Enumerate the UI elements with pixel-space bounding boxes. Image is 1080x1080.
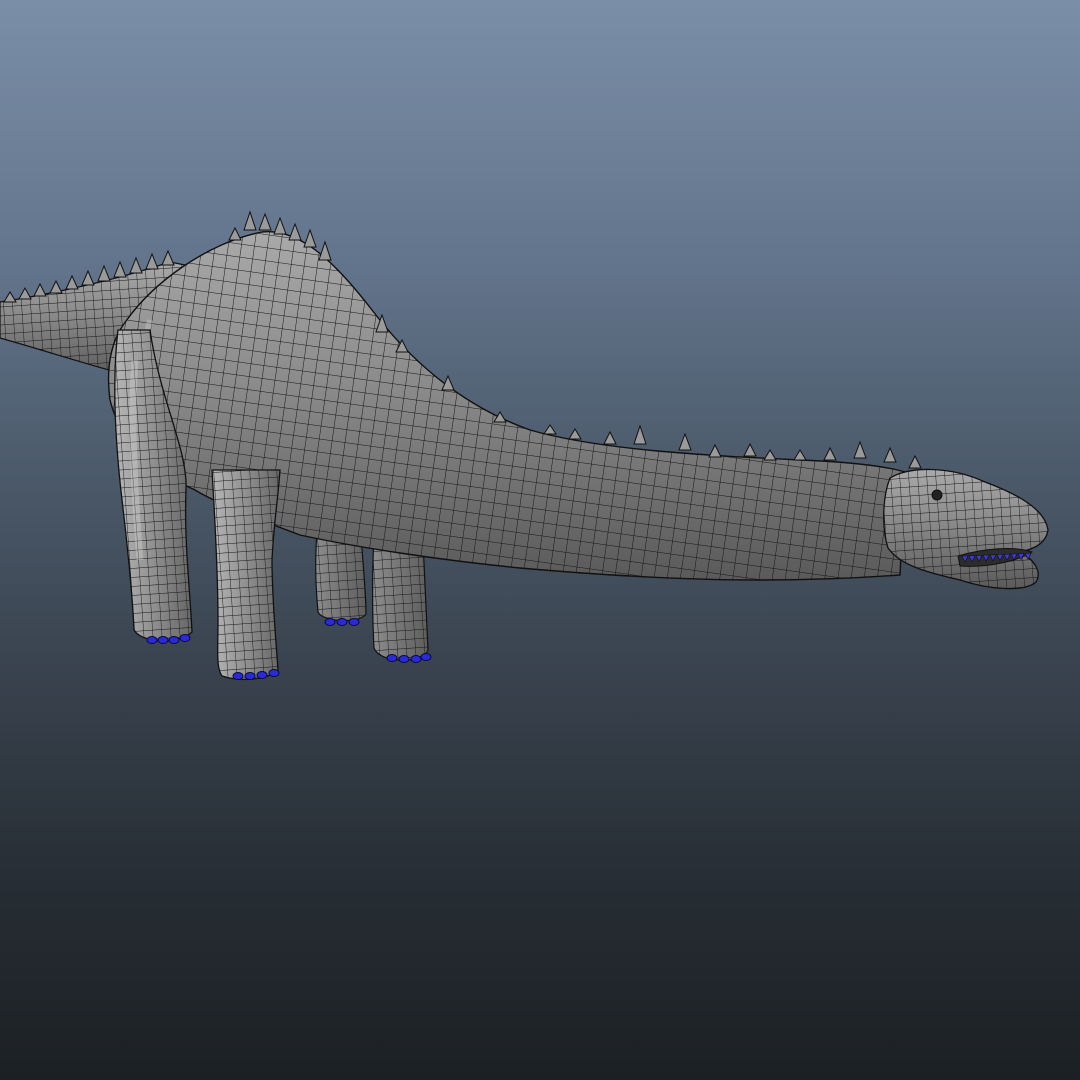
- dorsal-spike: [633, 424, 647, 445]
- toe-claw: [324, 618, 336, 626]
- dinosaur-model[interactable]: [0, 0, 1080, 1080]
- toe-claw: [256, 671, 268, 679]
- 3d-viewport[interactable]: [0, 0, 1080, 1080]
- dorsal-spike: [33, 282, 47, 297]
- dorsal-spike: [65, 274, 79, 290]
- dorsal-spike: [543, 424, 557, 435]
- dorsal-spike: [3, 291, 17, 303]
- toe-claw: [348, 618, 360, 626]
- toe-claw: [157, 636, 169, 644]
- dorsal-spike: [853, 440, 867, 459]
- toe-claw: [398, 655, 410, 663]
- dorsal-spike: [228, 226, 242, 241]
- dorsal-spike: [113, 260, 127, 278]
- toe-claw: [232, 672, 244, 680]
- dorsal-spike: [678, 432, 692, 451]
- dorsal-spike: [243, 210, 257, 231]
- dorsal-spike: [908, 454, 922, 469]
- toe-claw: [386, 654, 398, 662]
- toe-claw: [420, 653, 432, 661]
- dorsal-spike: [97, 264, 111, 282]
- toe-claw: [336, 618, 348, 626]
- dorsal-spike: [793, 449, 807, 461]
- dorsal-spike: [288, 222, 302, 241]
- dorsal-spike: [161, 249, 175, 266]
- dorsal-spike: [318, 240, 332, 261]
- dorsal-spike: [823, 446, 837, 461]
- dorsal-spike: [883, 446, 897, 463]
- toe-claw: [146, 636, 158, 644]
- dorsal-spike: [708, 443, 722, 458]
- dorsal-spike: [743, 442, 757, 457]
- dorsal-spike: [568, 428, 582, 440]
- dorsal-spike: [763, 449, 777, 461]
- toe-claw: [168, 636, 180, 644]
- dorsal-spike: [303, 228, 317, 248]
- dorsal-spike: [81, 269, 95, 286]
- near-fore-leg: [211, 469, 281, 681]
- dorsal-spike: [603, 430, 617, 445]
- dorsal-spike: [273, 216, 287, 235]
- toe-claw: [410, 655, 422, 663]
- dorsal-spike: [18, 286, 32, 300]
- toe-claw: [268, 669, 280, 677]
- head: [883, 468, 1049, 590]
- toe-claw: [179, 634, 191, 642]
- toe-claw: [244, 672, 256, 680]
- dorsal-spike: [258, 212, 272, 231]
- dorsal-spike: [49, 279, 63, 294]
- dorsal-spike: [145, 252, 159, 270]
- dorsal-spike: [129, 256, 143, 274]
